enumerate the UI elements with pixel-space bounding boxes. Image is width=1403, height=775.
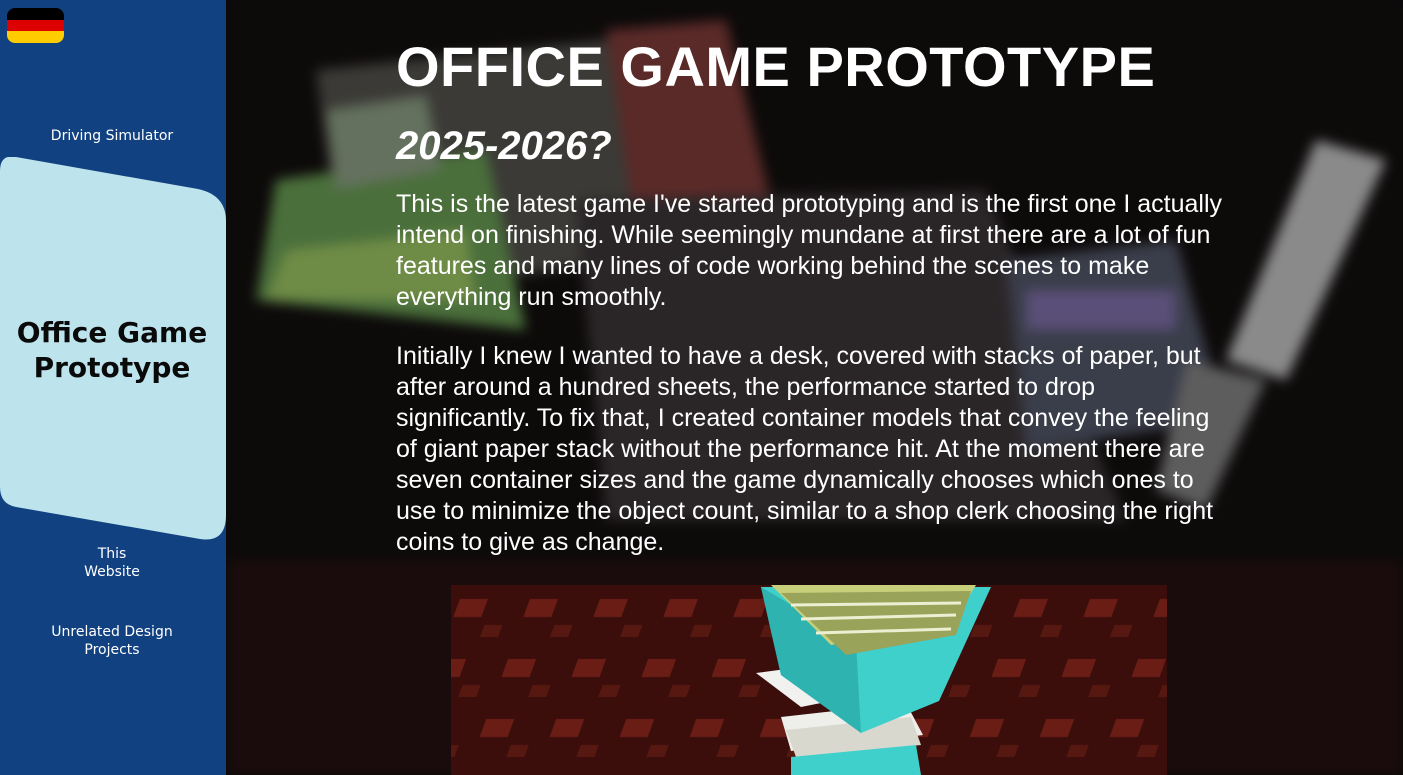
paragraph-intro: This is the latest game I've started pro… [396,190,1223,311]
sidebar: Driving Simulator Office Game Prototype … [0,0,226,775]
game-screenshot-image [451,585,1167,775]
sidebar-item-office-game-prototype[interactable]: Office Game Prototype [0,157,226,541]
sidebar-item-driving-simulator[interactable]: Driving Simulator [0,127,224,145]
page-title: OFFICE GAME PROTOTYPE [396,35,1156,98]
page-subtitle: 2025-2026? [396,124,612,168]
paragraph-paper-stacks: Initially I knew I wanted to have a desk… [396,342,1214,556]
german-flag-icon[interactable] [7,8,64,43]
sidebar-item-label: Office Game Prototype [16,316,208,384]
sidebar-item-unrelated-design-projects[interactable]: Unrelated Design Projects [0,623,224,659]
sidebar-item-this-website[interactable]: This Website [0,545,224,581]
